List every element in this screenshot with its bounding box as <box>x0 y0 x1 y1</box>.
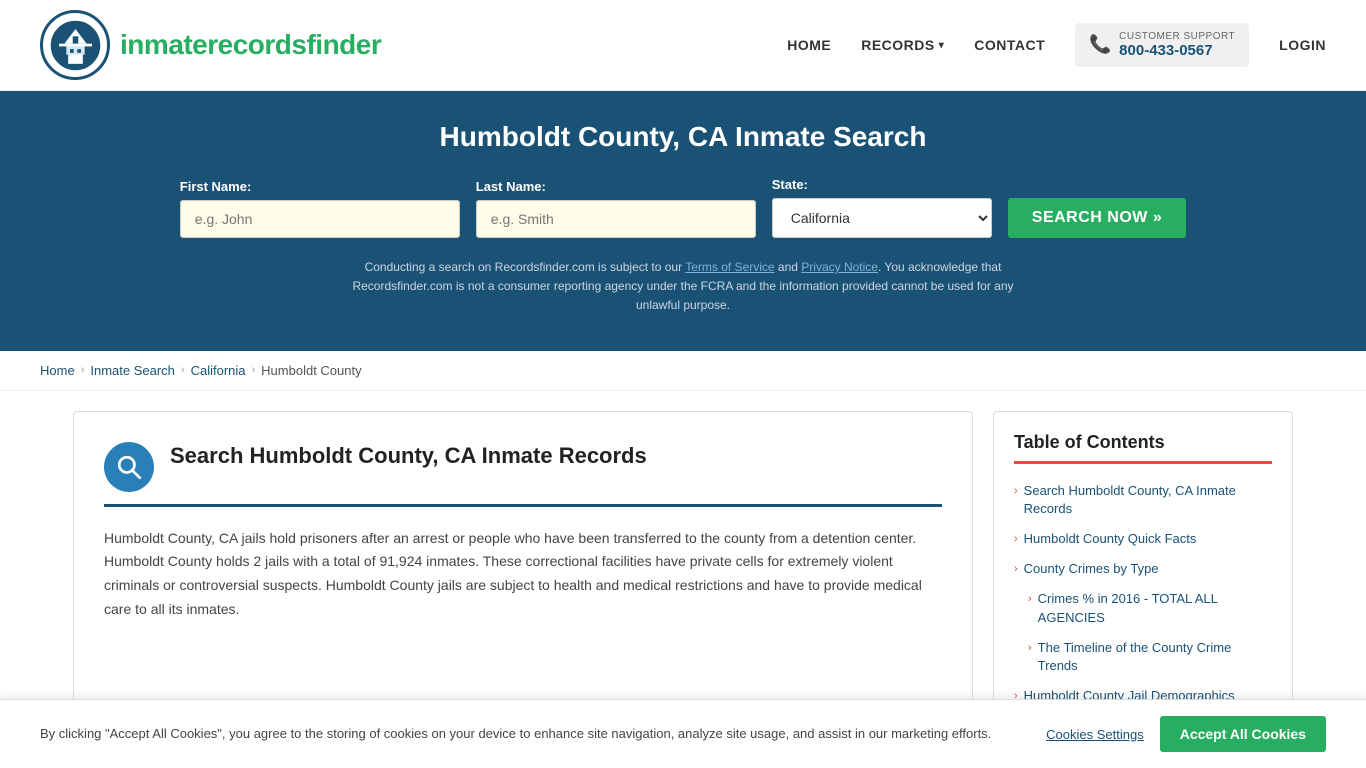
accept-cookies-button[interactable]: Accept All Cookies <box>1160 716 1326 752</box>
toc-link[interactable]: The Timeline of the County Crime Trends <box>1038 639 1272 675</box>
toc-item[interactable]: › County Crimes by Type <box>1014 554 1272 584</box>
first-name-label: First Name: <box>180 179 252 194</box>
toc-link[interactable]: Crimes % in 2016 - TOTAL ALL AGENCIES <box>1038 590 1272 626</box>
terms-link[interactable]: Terms of Service <box>685 260 774 274</box>
breadcrumb-inmate-search[interactable]: Inmate Search <box>90 363 175 378</box>
disclaimer-text: Conducting a search on Recordsfinder.com… <box>333 258 1033 316</box>
nav-home[interactable]: HOME <box>787 37 831 53</box>
nav-contact[interactable]: CONTACT <box>974 37 1045 53</box>
state-select[interactable]: AlabamaAlaskaArizonaArkansasCaliforniaCo… <box>772 198 992 238</box>
logo-icon <box>40 10 110 80</box>
search-icon <box>116 454 142 480</box>
chevron-right-icon: › <box>1014 562 1018 577</box>
logo-text: inmaterecordsfinder <box>120 29 381 61</box>
chevron-down-icon: ▾ <box>939 40 945 51</box>
toc-list: › Search Humboldt County, CA Inmate Recor… <box>1014 476 1272 712</box>
logo-area: inmaterecordsfinder <box>40 10 381 80</box>
last-name-label: Last Name: <box>476 179 546 194</box>
breadcrumb-county: Humboldt County <box>261 363 361 378</box>
toc-link[interactable]: County Crimes by Type <box>1024 560 1159 578</box>
hero-section: Humboldt County, CA Inmate Search First … <box>0 91 1366 351</box>
breadcrumb: Home › Inmate Search › California › Humb… <box>0 351 1366 391</box>
breadcrumb-sep-2: › <box>181 364 185 376</box>
cookie-actions: Cookies Settings Accept All Cookies <box>1046 716 1326 752</box>
nav-login[interactable]: LOGIN <box>1279 37 1326 53</box>
state-label: State: <box>772 177 808 192</box>
toc-item[interactable]: › The Timeline of the County Crime Trends <box>1014 633 1272 681</box>
search-form: First Name: Last Name: State: AlabamaAla… <box>40 177 1326 238</box>
customer-support-button[interactable]: 📞 CUSTOMER SUPPORT 800-433-0567 <box>1075 23 1249 67</box>
privacy-link[interactable]: Privacy Notice <box>801 260 878 274</box>
content-card: Search Humboldt County, CA Inmate Record… <box>73 411 973 733</box>
toc-item[interactable]: › Crimes % in 2016 - TOTAL ALL AGENCIES <box>1014 584 1272 632</box>
page-title: Humboldt County, CA Inmate Search <box>40 121 1326 153</box>
breadcrumb-california[interactable]: California <box>191 363 246 378</box>
content-body: Humboldt County, CA jails hold prisoners… <box>104 527 942 622</box>
search-button[interactable]: SEARCH NOW » <box>1008 198 1186 238</box>
toc-link[interactable]: Humboldt County Quick Facts <box>1024 530 1197 548</box>
breadcrumb-sep-1: › <box>81 364 85 376</box>
toc-item[interactable]: › Search Humboldt County, CA Inmate Recor… <box>1014 476 1272 524</box>
chevron-right-icon: › <box>1028 592 1032 607</box>
support-number: 800-433-0567 <box>1119 42 1235 59</box>
sidebar: Table of Contents › Search Humboldt Count… <box>993 411 1293 733</box>
content-header: Search Humboldt County, CA Inmate Record… <box>104 442 942 507</box>
phone-icon: 📞 <box>1089 34 1111 56</box>
cookies-settings-button[interactable]: Cookies Settings <box>1046 727 1144 742</box>
main-nav: HOME RECORDS ▾ CONTACT 📞 CUSTOMER SUPPOR… <box>787 23 1326 67</box>
chevron-right-icon: › <box>1014 484 1018 499</box>
cookie-text: By clicking "Accept All Cookies", you ag… <box>40 724 1026 744</box>
main-content: Search Humboldt County, CA Inmate Record… <box>33 391 1333 753</box>
first-name-input[interactable] <box>180 200 460 238</box>
site-header: inmaterecordsfinder HOME RECORDS ▾ CONTA… <box>0 0 1366 91</box>
first-name-group: First Name: <box>180 179 460 238</box>
breadcrumb-sep-3: › <box>252 364 256 376</box>
toc-item[interactable]: › Humboldt County Quick Facts <box>1014 524 1272 554</box>
toc-card: Table of Contents › Search Humboldt Count… <box>993 411 1293 733</box>
toc-link[interactable]: Search Humboldt County, CA Inmate Record… <box>1024 482 1272 518</box>
last-name-group: Last Name: <box>476 179 756 238</box>
section-icon <box>104 442 154 492</box>
state-group: State: AlabamaAlaskaArizonaArkansasCalif… <box>772 177 992 238</box>
chevron-right-icon: › <box>1028 641 1032 656</box>
cookie-banner: By clicking "Accept All Cookies", you ag… <box>0 699 1366 768</box>
toc-title: Table of Contents <box>1014 432 1272 464</box>
last-name-input[interactable] <box>476 200 756 238</box>
support-label: CUSTOMER SUPPORT <box>1119 31 1235 42</box>
content-title: Search Humboldt County, CA Inmate Record… <box>170 442 647 471</box>
nav-records[interactable]: RECORDS ▾ <box>861 37 944 53</box>
breadcrumb-home[interactable]: Home <box>40 363 75 378</box>
chevron-right-icon: › <box>1014 532 1018 547</box>
